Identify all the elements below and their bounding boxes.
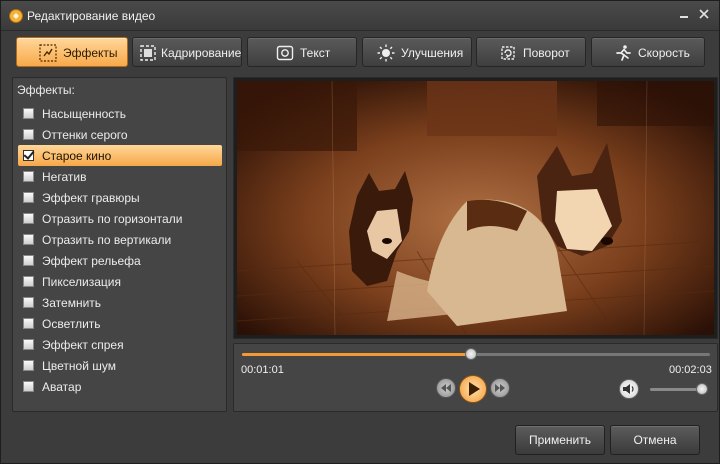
- effect-item-negative[interactable]: Негатив: [18, 166, 222, 187]
- effect-checkbox[interactable]: [23, 171, 34, 182]
- minimize-icon: [680, 16, 688, 18]
- volume-slider[interactable]: [650, 383, 708, 395]
- volume-thumb[interactable]: [696, 383, 708, 395]
- text-icon: [276, 45, 294, 61]
- effect-checkbox[interactable]: [23, 234, 34, 245]
- video-frame: [237, 81, 714, 335]
- video-preview: [233, 77, 718, 339]
- effects-heading: Эффекты:: [17, 83, 75, 97]
- close-button[interactable]: [695, 7, 713, 23]
- effect-item-color-noise[interactable]: Цветной шум: [18, 355, 222, 376]
- effect-item-emboss[interactable]: Эффект рельефа: [18, 250, 222, 271]
- tab-speed[interactable]: Скорость: [591, 37, 705, 67]
- effect-checkbox[interactable]: [23, 276, 34, 287]
- tab-effects[interactable]: Эффекты: [16, 37, 128, 67]
- skip-forward-icon: [495, 384, 505, 392]
- tab-enhancements[interactable]: Улучшения: [362, 37, 472, 67]
- title-bar: Редактирование видео: [1, 1, 719, 31]
- effect-checkbox[interactable]: [23, 213, 34, 224]
- effect-checkbox[interactable]: [23, 255, 34, 266]
- app-logo-icon: [9, 9, 23, 23]
- apply-button[interactable]: Применить: [515, 425, 605, 455]
- timeline-slider[interactable]: [242, 348, 710, 360]
- running-man-icon: [616, 45, 631, 61]
- effect-checkbox[interactable]: [23, 192, 34, 203]
- tab-rotate[interactable]: Поворот: [476, 37, 586, 67]
- tab-crop[interactable]: Кадрирование: [132, 37, 242, 67]
- total-time: 00:02:03: [669, 364, 712, 376]
- play-button[interactable]: [459, 375, 487, 403]
- effect-item-spray[interactable]: Эффект спрея: [18, 334, 222, 355]
- close-icon: [699, 9, 709, 19]
- tab-text[interactable]: Текст: [247, 37, 357, 67]
- effect-checkbox[interactable]: [23, 360, 34, 371]
- effect-item-lighten[interactable]: Осветлить: [18, 313, 222, 334]
- play-icon: [469, 382, 480, 396]
- effect-checkbox[interactable]: [23, 339, 34, 350]
- current-time: 00:01:01: [241, 364, 284, 376]
- effect-item-engraving[interactable]: Эффект гравюры: [18, 187, 222, 208]
- effect-item-flip-horizontal[interactable]: Отразить по горизонтали: [18, 208, 222, 229]
- skip-back-icon: [441, 384, 451, 392]
- effects-icon: [39, 44, 57, 62]
- speaker-icon: [623, 384, 634, 394]
- effect-checkbox-checked[interactable]: [23, 150, 34, 161]
- effects-panel: Эффекты: Насыщенность Оттенки серого Ста…: [12, 77, 227, 412]
- effect-item-grayscale[interactable]: Оттенки серого: [18, 124, 222, 145]
- next-button[interactable]: [490, 378, 510, 398]
- effect-item-avatar[interactable]: Аватар: [18, 376, 222, 397]
- effect-item-saturation[interactable]: Насыщенность: [18, 103, 222, 124]
- timeline-thumb[interactable]: [465, 348, 478, 360]
- brightness-icon: [377, 44, 395, 62]
- effect-item-darken[interactable]: Затемнить: [18, 292, 222, 313]
- effect-checkbox[interactable]: [23, 108, 34, 119]
- effect-checkbox[interactable]: [23, 297, 34, 308]
- window-title: Редактирование видео: [27, 9, 156, 23]
- previous-button[interactable]: [436, 378, 456, 398]
- effect-checkbox[interactable]: [23, 318, 34, 329]
- effect-item-old-film[interactable]: Старое кино: [18, 145, 222, 166]
- playback-controls: 00:01:01 00:02:03: [233, 343, 718, 412]
- effect-item-flip-vertical[interactable]: Отразить по вертикали: [18, 229, 222, 250]
- crop-icon: [140, 45, 156, 61]
- cancel-button[interactable]: Отмена: [610, 425, 700, 455]
- video-editor-window: Редактирование видео Эффекты Кадрировани…: [0, 0, 720, 464]
- tab-bar: Эффекты Кадрирование Текст Улучшения Пов…: [9, 33, 711, 71]
- effect-checkbox[interactable]: [23, 129, 34, 140]
- timeline-progress: [242, 353, 472, 356]
- effect-item-pixelate[interactable]: Пикселизация: [18, 271, 222, 292]
- volume-button[interactable]: [619, 379, 639, 399]
- minimize-button[interactable]: [675, 7, 693, 23]
- effect-checkbox[interactable]: [23, 381, 34, 392]
- rotate-icon: [501, 46, 515, 60]
